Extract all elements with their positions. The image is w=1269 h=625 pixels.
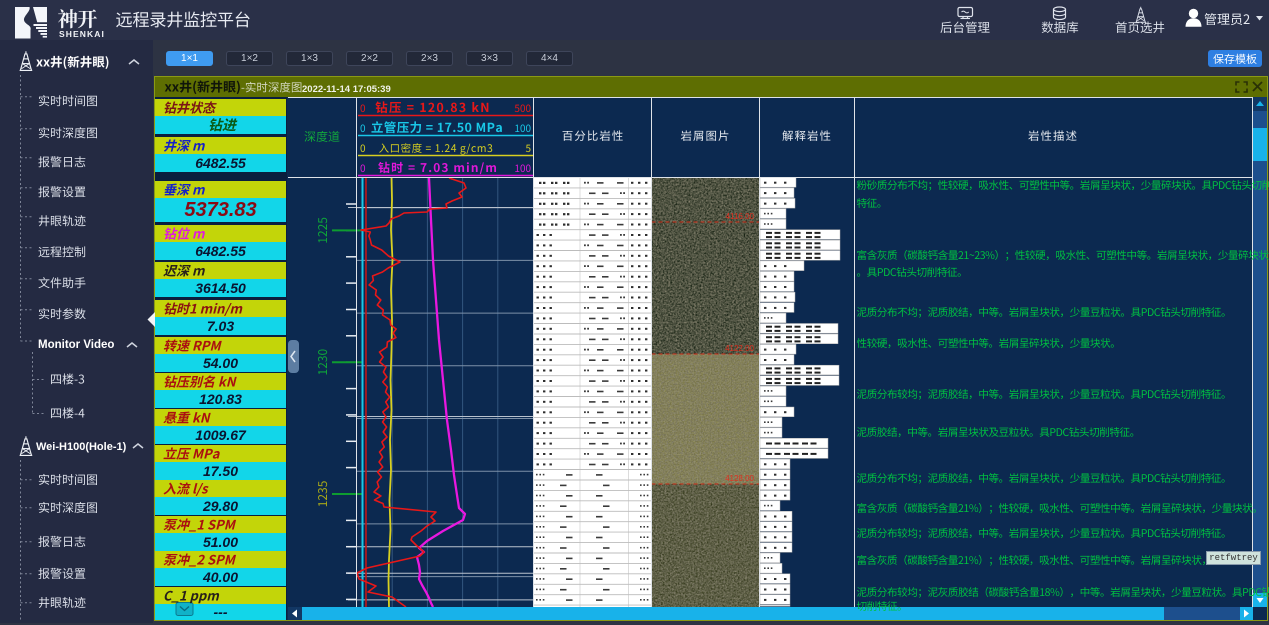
- svg-text:4128.00: 4128.00: [725, 474, 754, 483]
- svg-text:4116.00: 4116.00: [726, 212, 755, 221]
- svg-text:4122.00: 4122.00: [725, 344, 754, 353]
